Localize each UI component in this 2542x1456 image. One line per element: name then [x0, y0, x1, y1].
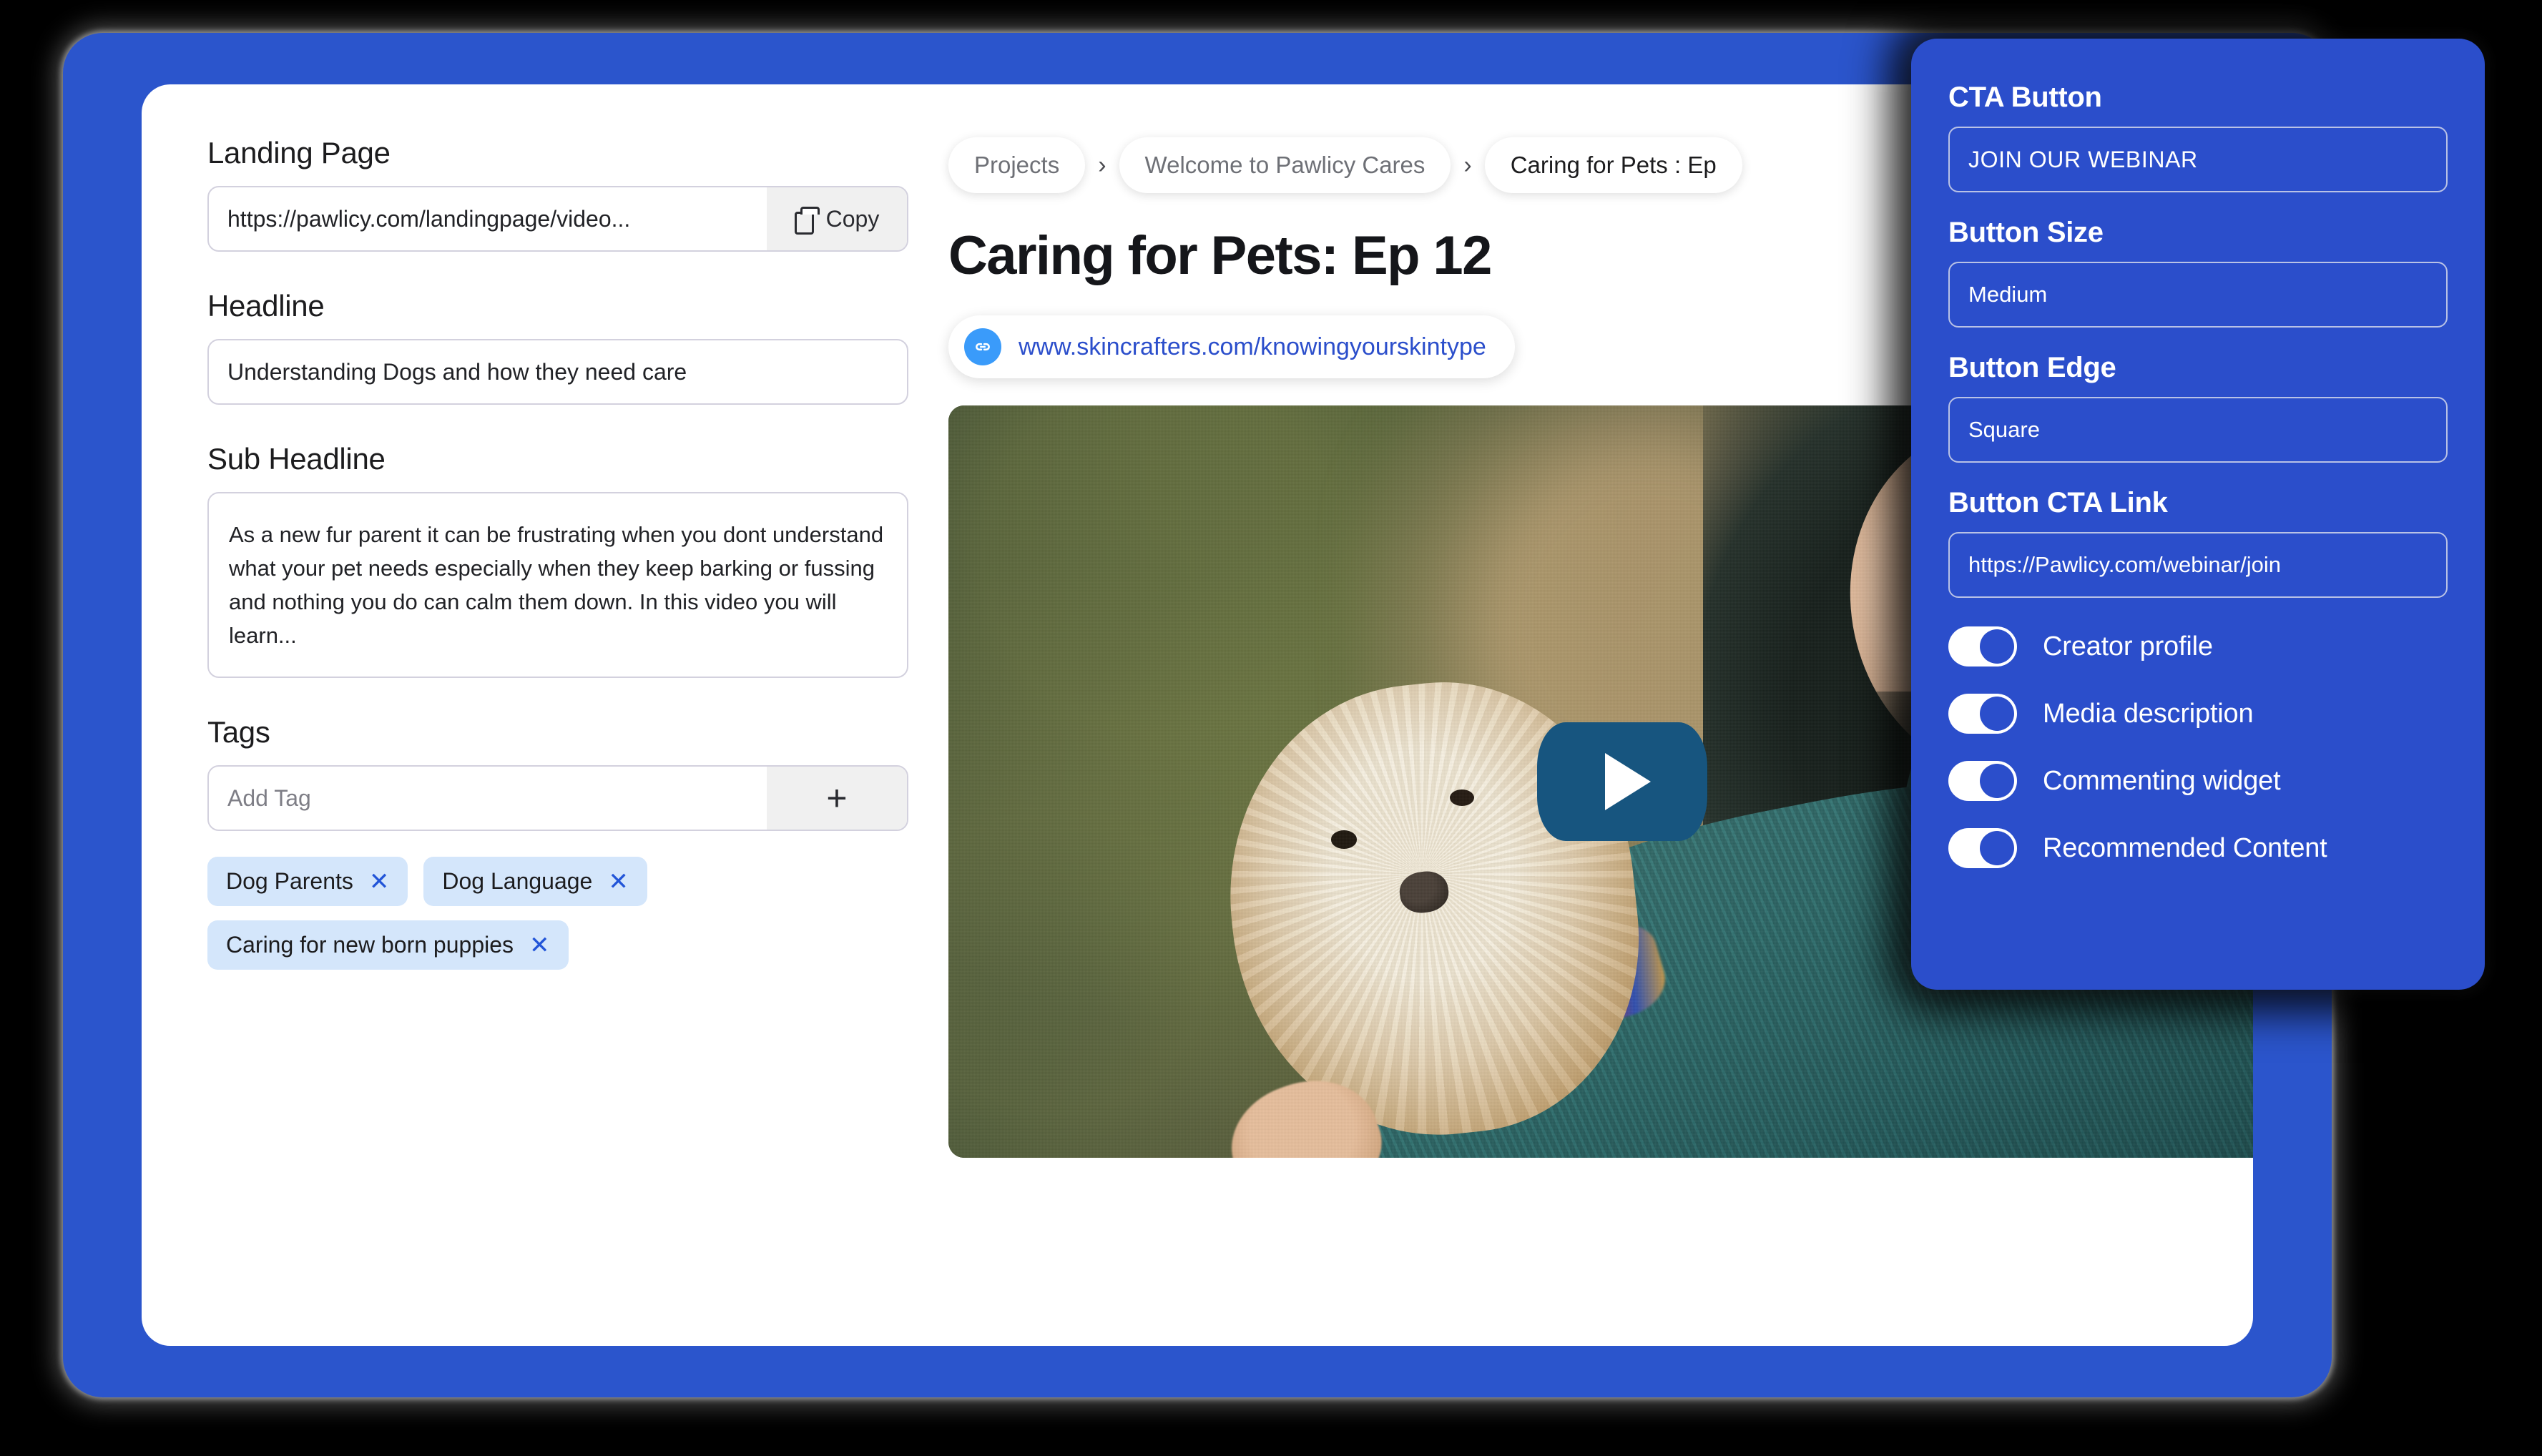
- photo-dog-eye-right: [1449, 789, 1474, 806]
- tag-chip-label: Dog Parents: [226, 868, 353, 895]
- button-edge-select[interactable]: Square: [1948, 397, 2448, 463]
- button-size-value: Medium: [1968, 282, 2048, 307]
- sub-headline-value: As a new fur parent it can be frustratin…: [229, 522, 884, 649]
- toggle-label: Commenting widget: [2043, 765, 2281, 796]
- plus-icon: +: [826, 778, 848, 819]
- toggle-knob: [1980, 764, 2014, 798]
- headline-label: Headline: [207, 289, 325, 323]
- tags-field-group: Tags Add Tag + Dog Parents ✕ Dog Languag…: [207, 715, 908, 970]
- tag-chip[interactable]: Dog Language ✕: [423, 857, 647, 907]
- landing-page-field-group: Landing Page https://pawlicy.com/landing…: [207, 136, 908, 252]
- button-edge-value: Square: [1968, 417, 2040, 442]
- link-icon: [964, 328, 1001, 365]
- headline-field-group: Headline Understanding Dogs and how they…: [207, 289, 908, 405]
- sub-headline-field-group: Sub Headline As a new fur parent it can …: [207, 442, 908, 679]
- toggle-switch[interactable]: [1948, 626, 2017, 666]
- chevron-right-icon: ›: [1098, 151, 1106, 179]
- toggle-commenting-widget[interactable]: Commenting widget: [1948, 761, 2448, 801]
- chevron-right-icon: ›: [1463, 151, 1472, 179]
- toggle-media-description[interactable]: Media description: [1948, 694, 2448, 734]
- toggle-creator-profile[interactable]: Creator profile: [1948, 626, 2448, 666]
- editor-form-panel: Landing Page https://pawlicy.com/landing…: [207, 136, 908, 1007]
- tag-chip-label: Dog Language: [442, 868, 593, 895]
- cta-button-value: JOIN OUR WEBINAR: [1968, 146, 2198, 172]
- breadcrumb-item-project[interactable]: Welcome to Pawlicy Cares: [1119, 137, 1451, 193]
- sub-headline-label: Sub Headline: [207, 442, 386, 476]
- toggle-switch[interactable]: [1948, 694, 2017, 734]
- cta-button-label: CTA Button: [1948, 82, 2102, 113]
- button-size-label: Button Size: [1948, 217, 2104, 248]
- tags-label: Tags: [207, 715, 270, 749]
- close-icon[interactable]: ✕: [369, 870, 390, 894]
- button-size-select[interactable]: Medium: [1948, 262, 2448, 328]
- media-link-url: www.skincrafters.com/knowingyourskintype: [1019, 333, 1486, 360]
- button-cta-link-value: https://Pawlicy.com/webinar/join: [1968, 552, 2282, 577]
- copy-icon: [794, 207, 820, 235]
- close-icon[interactable]: ✕: [529, 933, 550, 958]
- toggle-knob: [1980, 629, 2014, 664]
- sub-headline-textarea[interactable]: As a new fur parent it can be frustratin…: [207, 492, 908, 679]
- landing-page-input[interactable]: https://pawlicy.com/landingpage/video...: [209, 187, 767, 250]
- cta-settings-panel: CTA Button JOIN OUR WEBINAR Button Size …: [1911, 39, 2485, 990]
- breadcrumb-item-current[interactable]: Caring for Pets : Ep: [1484, 137, 1742, 193]
- toggle-label: Media description: [2043, 698, 2254, 729]
- add-tag-button[interactable]: +: [767, 767, 907, 830]
- cta-button-input[interactable]: JOIN OUR WEBINAR: [1948, 127, 2448, 192]
- feature-toggle-list: Creator profile Media description Commen…: [1948, 626, 2448, 868]
- tag-chip[interactable]: Dog Parents ✕: [207, 857, 408, 907]
- button-edge-label: Button Edge: [1948, 352, 2116, 383]
- close-icon[interactable]: ✕: [608, 870, 629, 894]
- copy-button[interactable]: Copy: [767, 187, 907, 250]
- headline-input[interactable]: Understanding Dogs and how they need car…: [209, 340, 907, 403]
- landing-page-input-shell: https://pawlicy.com/landingpage/video...…: [207, 186, 908, 252]
- landing-page-label: Landing Page: [207, 136, 391, 169]
- headline-input-shell: Understanding Dogs and how they need car…: [207, 339, 908, 405]
- add-tag-input-shell: Add Tag +: [207, 765, 908, 832]
- button-cta-link-label: Button CTA Link: [1948, 487, 2168, 518]
- toggle-switch[interactable]: [1948, 761, 2017, 801]
- play-triangle: [1605, 753, 1651, 810]
- copy-button-label: Copy: [825, 205, 880, 232]
- button-cta-link-input[interactable]: https://Pawlicy.com/webinar/join: [1948, 532, 2448, 598]
- toggle-knob: [1980, 831, 2014, 865]
- toggle-label: Creator profile: [2043, 631, 2213, 661]
- breadcrumb-item-projects[interactable]: Projects: [948, 137, 1086, 193]
- tag-chip[interactable]: Caring for new born puppies ✕: [207, 920, 569, 970]
- media-link-chip[interactable]: www.skincrafters.com/knowingyourskintype: [948, 315, 1515, 378]
- photo-dog-eye-left: [1331, 830, 1357, 849]
- play-icon[interactable]: [1537, 722, 1707, 841]
- tag-chip-label: Caring for new born puppies: [226, 932, 514, 958]
- toggle-label: Recommended Content: [2043, 832, 2327, 863]
- toggle-knob: [1980, 697, 2014, 731]
- toggle-recommended-content[interactable]: Recommended Content: [1948, 828, 2448, 868]
- add-tag-input[interactable]: Add Tag: [209, 767, 767, 830]
- toggle-switch[interactable]: [1948, 828, 2017, 868]
- tag-chip-list: Dog Parents ✕ Dog Language ✕ Caring for …: [207, 857, 937, 970]
